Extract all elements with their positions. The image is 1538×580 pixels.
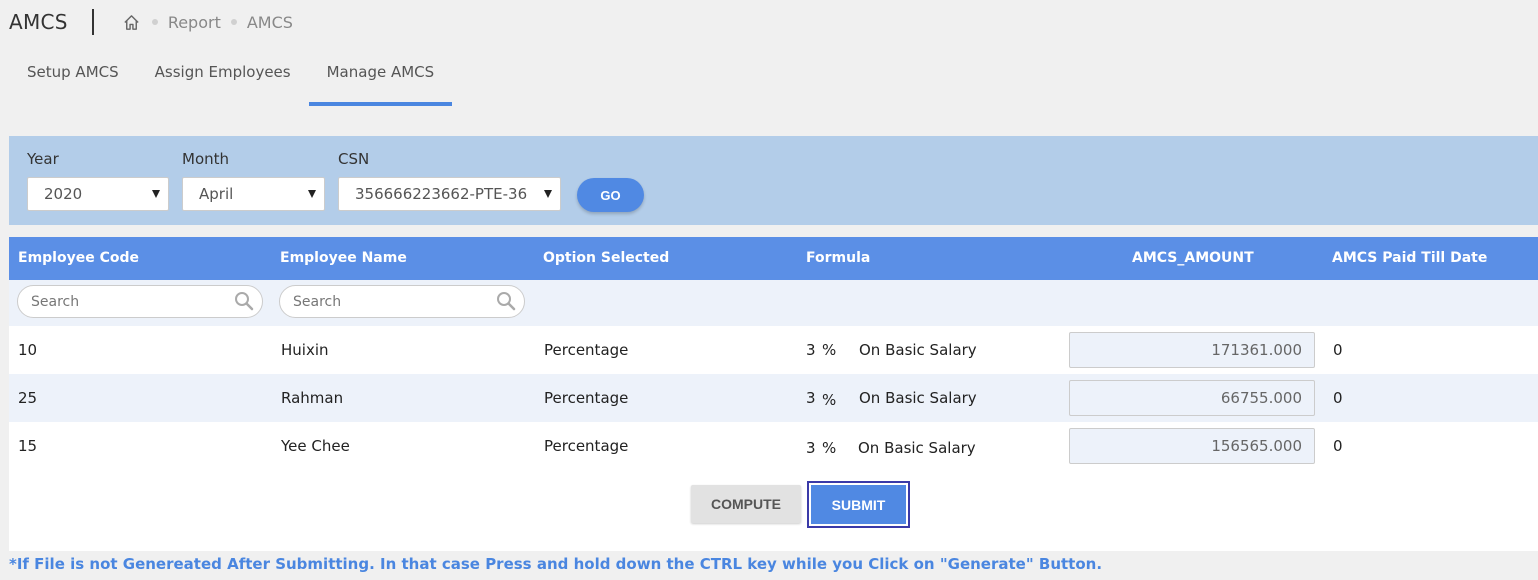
csn-filter: CSN 356666223662-PTE-36 <box>338 150 561 211</box>
option-selected-cell: Percentage <box>544 341 629 359</box>
formula-rate: 3 <box>806 341 816 359</box>
tab-bar: Setup AMCS Assign Employees Manage AMCS <box>9 56 453 106</box>
employee-name-cell: Yee Chee <box>281 437 350 455</box>
go-button[interactable]: GO <box>577 178 644 212</box>
column-header-amcs-paid-till-date: AMCS Paid Till Date <box>1332 250 1488 266</box>
amcs-amount-input[interactable] <box>1069 428 1315 464</box>
amcs-paid-cell: 0 <box>1333 341 1343 359</box>
header-divider <box>91 9 94 35</box>
breadcrumb-separator <box>151 19 158 25</box>
breadcrumb-separator <box>230 19 237 25</box>
formula-basis: On Basic Salary <box>858 439 976 457</box>
year-select[interactable]: 2020 <box>27 177 169 211</box>
employee-code-cell: 15 <box>18 437 38 455</box>
filter-panel: Year 2020 Month April CSN 356666223662-P… <box>9 136 1538 225</box>
employee-name-search-input[interactable] <box>293 293 483 310</box>
breadcrumb-report[interactable]: Report <box>168 13 221 32</box>
employee-code-cell: 10 <box>18 341 38 359</box>
search-icon[interactable] <box>234 291 254 315</box>
formula-unit: % <box>822 439 837 457</box>
tab-assign-employees[interactable]: Assign Employees <box>137 56 309 99</box>
caret-down-icon <box>152 190 160 198</box>
column-header-employee-code: Employee Code <box>18 250 139 266</box>
formula-unit: % <box>822 391 837 409</box>
year-value: 2020 <box>44 185 83 203</box>
tab-manage-amcs[interactable]: Manage AMCS <box>308 56 453 106</box>
table-row: 25 Rahman Percentage 3 % On Basic Salary… <box>9 374 1538 422</box>
compute-button[interactable]: COMPUTE <box>691 485 801 523</box>
formula-basis: On Basic Salary <box>859 389 977 407</box>
csn-select[interactable]: 356666223662-PTE-36 <box>338 177 561 211</box>
amcs-paid-cell: 0 <box>1333 437 1343 455</box>
year-filter: Year 2020 <box>27 150 169 211</box>
month-value: April <box>199 185 234 203</box>
amcs-table: Employee Code Employee Name Option Selec… <box>9 237 1538 551</box>
search-icon[interactable] <box>496 291 516 315</box>
formula-unit: % <box>822 341 837 359</box>
column-header-formula: Formula <box>806 250 871 266</box>
month-select[interactable]: April <box>182 177 325 211</box>
caret-down-icon <box>544 190 552 198</box>
year-label: Year <box>27 150 59 168</box>
search-row <box>9 280 1538 326</box>
submit-focus-ring: SUBMIT <box>807 481 910 528</box>
column-header-option-selected: Option Selected <box>543 250 670 266</box>
csn-value: 356666223662-PTE-36 <box>355 185 528 203</box>
action-bar: COMPUTE SUBMIT <box>9 470 1538 551</box>
breadcrumb-amcs: AMCS <box>246 12 293 32</box>
employee-code-cell: 25 <box>18 389 38 407</box>
table-row: 15 Yee Chee Percentage 3 % On Basic Sala… <box>9 422 1538 470</box>
employee-name-cell: Huixin <box>281 341 329 359</box>
month-filter: Month April <box>182 150 325 211</box>
generate-note: *If File is not Genereated After Submitt… <box>9 555 1103 573</box>
employee-name-search <box>279 285 525 318</box>
home-icon[interactable] <box>122 12 142 32</box>
month-label: Month <box>182 150 230 168</box>
csn-label: CSN <box>338 150 370 168</box>
caret-down-icon <box>308 190 316 198</box>
tab-setup-amcs[interactable]: Setup AMCS <box>9 56 137 99</box>
formula-rate: 3 <box>806 439 816 457</box>
employee-code-search-input[interactable] <box>31 293 221 310</box>
employee-code-search <box>17 285 263 318</box>
amcs-paid-cell: 0 <box>1333 389 1343 407</box>
column-header-employee-name: Employee Name <box>280 250 407 266</box>
table-header: Employee Code Employee Name Option Selec… <box>9 237 1538 280</box>
employee-name-cell: Rahman <box>281 389 344 407</box>
column-header-amcs-amount: AMCS_AMOUNT <box>1132 250 1254 266</box>
amcs-amount-input[interactable] <box>1069 380 1315 416</box>
option-selected-cell: Percentage <box>544 389 629 407</box>
formula-rate: 3 <box>806 389 816 407</box>
formula-basis: On Basic Salary <box>859 341 977 359</box>
page-title: AMCS <box>9 10 68 34</box>
submit-button[interactable]: SUBMIT <box>811 485 906 524</box>
amcs-amount-input[interactable] <box>1069 332 1315 368</box>
page-header: AMCS Report AMCS <box>9 8 293 36</box>
option-selected-cell: Percentage <box>544 437 629 455</box>
table-row: 10 Huixin Percentage 3 % On Basic Salary… <box>9 326 1538 374</box>
